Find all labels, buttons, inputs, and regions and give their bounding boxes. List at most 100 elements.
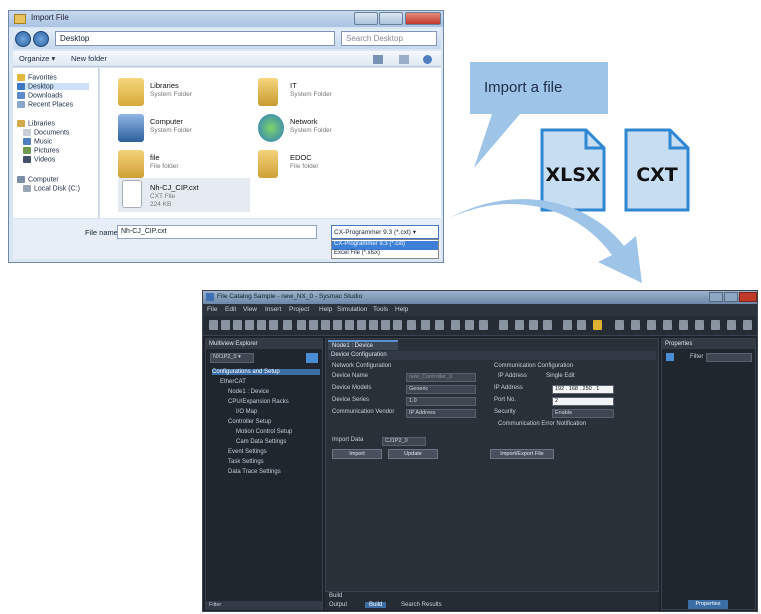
tree-item[interactable]: Data Trace Settings [228, 469, 281, 475]
tab-build[interactable]: Build [365, 602, 387, 608]
menu-controller[interactable]: Help [319, 306, 332, 313]
tree-item[interactable]: CPU/Expansion Racks [228, 399, 289, 405]
toolbar-button-icon[interactable] [321, 320, 330, 330]
device-name-field[interactable]: new_Controller_0 [406, 373, 476, 382]
field-value: new_Controller_0 [409, 374, 453, 380]
toolbar-button-icon[interactable] [529, 320, 538, 330]
device-value: NX1P2_0 ▾ [213, 354, 241, 360]
menu-tools[interactable]: Tools [373, 306, 388, 313]
toolbar-button-icon[interactable] [711, 320, 720, 330]
ip-value: 192 . 168 . 250 . 1 [555, 386, 600, 392]
device-model-select[interactable]: Generic [406, 385, 476, 394]
network-group-title: Network Configuration [332, 363, 392, 369]
menu-simulation[interactable]: Simulation [337, 306, 367, 313]
toolbar-button-icon[interactable] [499, 320, 508, 330]
menu-help[interactable]: Help [395, 306, 408, 313]
radio-single-edit[interactable]: Single Edit [546, 373, 575, 379]
device-select[interactable]: NX1P2_0 ▾ [210, 353, 254, 363]
tab-node1[interactable]: Node1 : Device [328, 340, 398, 350]
toolbar-button-icon[interactable] [309, 320, 318, 330]
toolbar-button-icon[interactable] [465, 320, 474, 330]
close-button[interactable] [739, 292, 757, 302]
output-title: Build [329, 593, 343, 599]
toolbar-button-icon[interactable] [543, 320, 552, 330]
toolbar-button-icon[interactable] [515, 320, 524, 330]
menu-bar: File Edit View Insert Project Help Simul… [203, 304, 757, 316]
toolbar-button-icon[interactable] [297, 320, 306, 330]
menu-insert[interactable]: Insert [265, 306, 281, 313]
toolbar-button-icon[interactable] [333, 320, 342, 330]
error-notification-checkbox[interactable]: Communication Error Notification [498, 421, 586, 427]
toolbar-button-icon[interactable] [345, 320, 354, 330]
tree-item[interactable]: Controller Setup [228, 419, 271, 425]
toolbar-button-icon[interactable] [369, 320, 378, 330]
import-value: CJ1P2_0 [385, 438, 408, 444]
tree-item[interactable]: Task Settings [228, 459, 264, 465]
toolbar-button-icon[interactable] [563, 320, 572, 330]
maximize-button[interactable] [724, 292, 738, 302]
import-button[interactable]: Import [332, 449, 382, 459]
comm-group-title: Communication Configuration [494, 363, 574, 369]
toolbar-button-icon[interactable] [663, 320, 672, 330]
output-pane: Build Output Build Search Results [325, 591, 659, 610]
toolbar-button-icon[interactable] [357, 320, 366, 330]
toolbar-button-icon[interactable] [695, 320, 704, 330]
toolbar [203, 316, 757, 336]
import-export-file-button[interactable]: Import/Export File [490, 449, 554, 459]
toolbar-button-icon[interactable] [647, 320, 656, 330]
explorer-title: Multiview Explorer [206, 339, 322, 349]
tree-item[interactable]: Node1 : Device [228, 389, 269, 395]
comm-vendor-select[interactable]: IP Address [406, 409, 476, 418]
toolbar-button-icon[interactable] [283, 320, 292, 330]
field-value: Generic [409, 386, 429, 392]
minimize-button[interactable] [709, 292, 723, 302]
update-button[interactable]: Update [388, 449, 438, 459]
toolbar-button-icon[interactable] [479, 320, 488, 330]
toolbar-button-icon[interactable] [451, 320, 460, 330]
properties-filter-input[interactable] [706, 353, 752, 362]
menu-edit[interactable]: Edit [225, 306, 236, 313]
security-select[interactable]: Enable [552, 409, 614, 418]
tree-item[interactable]: Motion Control Setup [236, 429, 292, 435]
radio-ip[interactable]: IP Address [498, 373, 527, 379]
ip-address-field[interactable]: 192 . 168 . 250 . 1 [552, 385, 614, 394]
security-label: Security [494, 409, 516, 415]
tab-output[interactable]: Output [329, 602, 347, 608]
toolbar-button-icon[interactable] [233, 320, 242, 330]
toolbar-button-icon[interactable] [221, 320, 230, 330]
toolbar-button-icon[interactable] [727, 320, 736, 330]
tree-item[interactable]: I/O Map [236, 409, 257, 415]
tree-item[interactable]: EtherCAT [220, 379, 246, 385]
properties-filter-label: Filter [690, 354, 704, 360]
toolbar-button-icon[interactable] [615, 320, 624, 330]
tab-search-results[interactable]: Search Results [401, 602, 442, 608]
tree-item[interactable]: Event Settings [228, 449, 267, 455]
toolbar-button-icon[interactable] [421, 320, 430, 330]
toolbar-button-icon[interactable] [577, 320, 586, 330]
toolbar-button-icon[interactable] [257, 320, 266, 330]
tab-properties[interactable]: Properties [688, 600, 728, 609]
port-field[interactable]: 2 [552, 397, 614, 406]
device-series-select[interactable]: 1.0 [406, 397, 476, 406]
sort-icon[interactable] [666, 353, 674, 361]
toolbar-button-icon[interactable] [245, 320, 254, 330]
filter-bar[interactable]: Filter [206, 601, 322, 610]
toolbar-button-icon[interactable] [407, 320, 416, 330]
toolbar-button-icon[interactable] [593, 320, 602, 330]
toolbar-button-icon[interactable] [269, 320, 278, 330]
toolbar-button-icon[interactable] [435, 320, 444, 330]
add-device-icon[interactable] [306, 353, 318, 363]
toolbar-button-icon[interactable] [381, 320, 390, 330]
toolbar-button-icon[interactable] [393, 320, 402, 330]
toolbar-button-icon[interactable] [631, 320, 640, 330]
toolbar-button-icon[interactable] [679, 320, 688, 330]
port-value: 2 [555, 398, 559, 404]
import-select[interactable]: CJ1P2_0 [382, 437, 426, 446]
tree-item[interactable]: Cam Data Settings [236, 439, 286, 445]
menu-view[interactable]: View [243, 306, 257, 313]
toolbar-button-icon[interactable] [743, 320, 752, 330]
tree-item[interactable]: Configurations and Setup [212, 369, 320, 375]
toolbar-button-icon[interactable] [209, 320, 218, 330]
menu-project[interactable]: Project [289, 306, 309, 313]
menu-file[interactable]: File [207, 306, 217, 313]
